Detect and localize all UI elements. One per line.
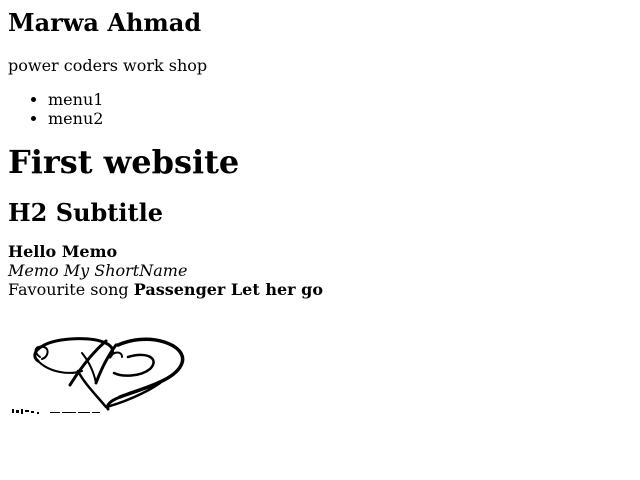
short-name-text: Memo My ShortName xyxy=(8,261,188,280)
workshop-tagline: power coders work shop xyxy=(8,56,208,75)
menu-item-2: menu2 xyxy=(48,109,632,128)
favourite-song-line: Favourite song Passenger Let her go xyxy=(8,280,632,299)
song-title: Passenger Let her go xyxy=(133,280,323,299)
text-block: Hello Memo Memo My ShortName Favourite s… xyxy=(8,242,632,299)
page: Marwa Ahmad power coders work shop menu1… xyxy=(0,0,640,423)
greeting-text: Hello Memo xyxy=(8,242,118,261)
page-subtitle: H2 Subtitle xyxy=(8,198,163,227)
monogram-heart-logo xyxy=(12,337,185,414)
menu-item-1: menu1 xyxy=(48,90,632,109)
author-name: Marwa Ahmad xyxy=(8,8,202,37)
menu-list: menu1 menu2 xyxy=(8,90,632,128)
page-title: First website xyxy=(8,143,240,181)
song-label: Favourite song xyxy=(8,280,129,299)
